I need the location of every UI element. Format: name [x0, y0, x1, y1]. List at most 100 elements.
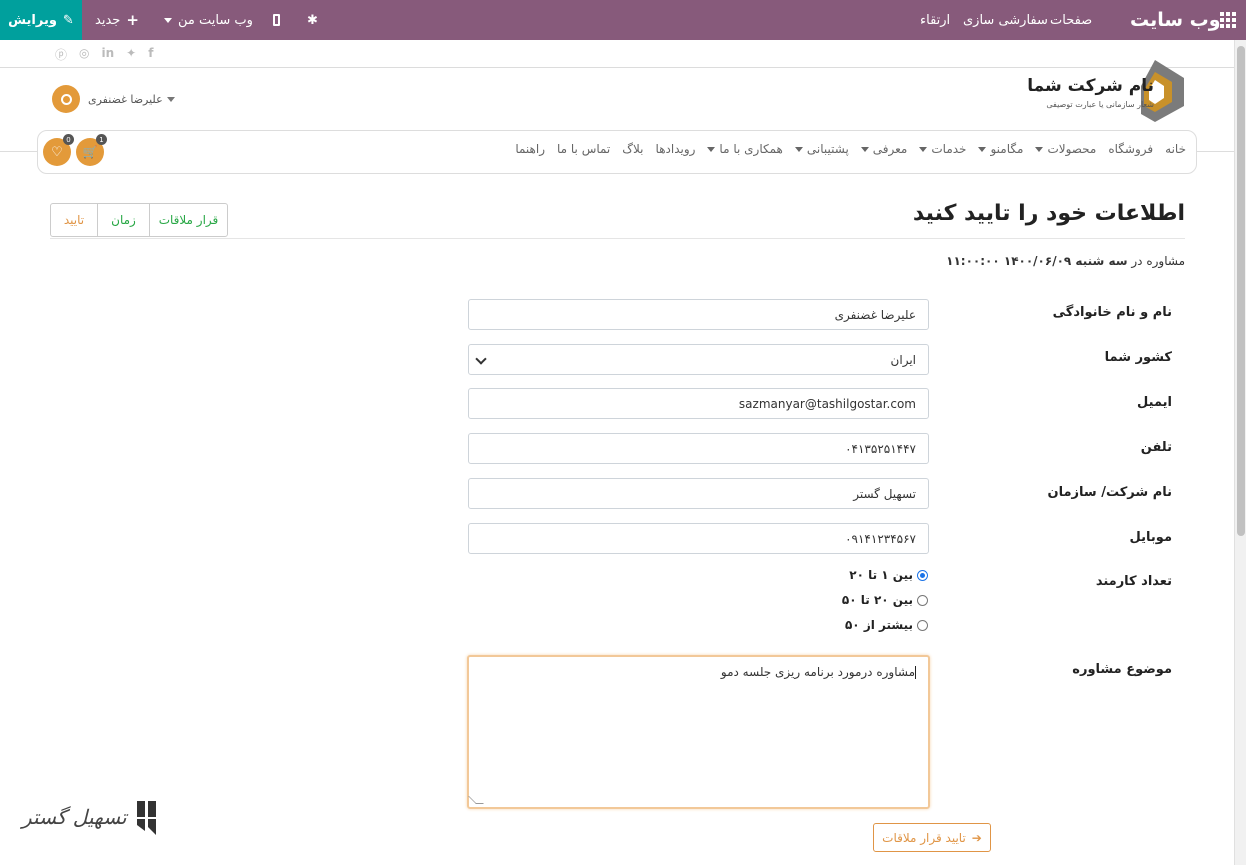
nav-item-label: همکاری با ما	[719, 142, 783, 156]
nav-item-label: بلاگ	[622, 142, 644, 156]
employees-option-3[interactable]: بیشتر از ۵۰	[845, 618, 928, 632]
pencil-icon: ✎	[62, 12, 74, 28]
title-divider	[50, 238, 1185, 239]
admin-bar: ویرایش ✎ جدید + وب سایت من ✱ ارتقاء سفار…	[0, 0, 1246, 40]
scrollbar-thumb[interactable]	[1237, 46, 1245, 536]
radio-button[interactable]	[917, 569, 928, 581]
company-label: نام شرکت/ سازمان	[1047, 485, 1172, 500]
cart-icon: 🛒	[82, 145, 98, 159]
mobile-field[interactable]: ۰۹۱۴۱۲۳۴۵۶۷	[468, 523, 929, 554]
chevron-down-icon	[166, 96, 175, 102]
employees-option-2[interactable]: بین ۲۰ تا ۵۰	[842, 593, 928, 607]
chevron-down-icon	[978, 146, 987, 152]
linkedin-icon[interactable]: in	[102, 46, 115, 63]
pages-menu[interactable]: صفحات	[1050, 0, 1092, 40]
nav-item[interactable]: معرفی	[860, 142, 908, 156]
nav-item[interactable]: رویدادها	[656, 142, 696, 156]
nav-item[interactable]: بلاگ	[622, 142, 643, 156]
nav-item[interactable]: خانه	[1165, 142, 1186, 156]
new-button[interactable]: جدید +	[95, 0, 139, 40]
upgrade-label: ارتقاء	[920, 12, 951, 28]
phone-label: تلفن	[1140, 440, 1172, 455]
customize-label: سفارشی سازی	[963, 12, 1048, 28]
mobile-preview-button[interactable]	[273, 0, 280, 40]
bug-icon: ✱	[307, 12, 318, 28]
nav-item[interactable]: مگامنو	[978, 142, 1023, 156]
arrow-left-icon: ➔	[971, 830, 982, 845]
radio-button[interactable]	[917, 594, 928, 606]
nav-item-label: رویدادها	[655, 142, 696, 156]
watermark-logo-icon	[136, 801, 156, 835]
chevron-down-icon	[164, 17, 172, 23]
edit-label: ویرایش	[8, 12, 57, 28]
wishlist-button[interactable]: ♡ 0	[43, 134, 74, 166]
step-confirm-label: تایید	[63, 213, 85, 227]
mobile-value: ۰۹۱۴۱۲۳۴۵۶۷	[845, 531, 916, 546]
debug-button[interactable]: ✱	[307, 0, 318, 40]
user-area: علیرضا غضنفری	[52, 85, 175, 113]
resize-handle[interactable]	[468, 796, 484, 804]
topic-textarea[interactable]: مشاوره درمورد برنامه ریزی جلسه دمو	[467, 655, 930, 809]
confirm-appointment-label: تایید قرار ملاقات	[882, 830, 966, 845]
my-website-dropdown[interactable]: وب سایت من	[164, 0, 253, 40]
employees-label: تعداد کارمند	[1095, 574, 1172, 589]
employees-option-1[interactable]: بین ۱ تا ۲۰	[849, 568, 928, 582]
country-select[interactable]: ایران	[468, 344, 929, 375]
new-label: جدید	[95, 12, 121, 28]
topic-label: موضوع مشاوره	[1072, 662, 1172, 677]
nav-item-label: تماس با ما	[556, 142, 611, 156]
step-meeting-label: قرار ملاقات	[158, 213, 219, 227]
watermark: تسهیل گستر	[22, 797, 161, 837]
nav-item[interactable]: خدمات	[919, 142, 966, 156]
confirm-appointment-button[interactable]: تایید قرار ملاقات ➔	[873, 823, 991, 852]
scrollbar[interactable]	[1234, 40, 1246, 865]
nav-item[interactable]: فروشگاه	[1108, 142, 1153, 156]
apps-grid-icon	[1220, 12, 1236, 28]
nav-item[interactable]: راهنما	[515, 142, 545, 156]
nav-item-label: مگامنو	[990, 142, 1024, 156]
appointment-summary: مشاوره در سه شنبه ۱۴۰۰/۰۶/۰۹ ۱۱:۰۰:۰۰	[946, 254, 1185, 268]
company-logo[interactable]: نام شرکت شما شعار سازمانی یا عبارت توصیف…	[1027, 58, 1186, 122]
email-field[interactable]: sazmanyar@tashilgostar.com	[468, 388, 929, 419]
twitter-icon[interactable]: ✦	[126, 46, 136, 63]
radio-button[interactable]	[917, 619, 928, 631]
apps-menu-button[interactable]	[1220, 0, 1236, 40]
topic-value: مشاوره درمورد برنامه ریزی جلسه دمو	[720, 665, 915, 679]
edit-button[interactable]: ویرایش ✎	[0, 0, 82, 40]
company-field[interactable]: تسهیل گستر	[468, 478, 929, 509]
user-menu[interactable]: علیرضا غضنفری	[88, 93, 175, 106]
phone-field[interactable]: ۰۴۱۳۵۲۵۱۴۴۷	[468, 433, 929, 464]
nav-item[interactable]: پشتیبانی	[794, 142, 849, 156]
nav-item-label: معرفی	[872, 142, 908, 156]
main-nav-items: خانه فروشگاه محصولات مگامنو خدمات معرفی پشتیبا…	[515, 142, 1186, 156]
employees-option-label: بین ۱ تا ۲۰	[849, 568, 913, 582]
email-value: sazmanyar@tashilgostar.com	[738, 396, 916, 411]
nav-item-label: خانه	[1165, 142, 1186, 156]
step-time[interactable]: زمان	[97, 204, 149, 236]
step-meeting[interactable]: قرار ملاقات	[149, 204, 227, 236]
search-button[interactable]	[52, 85, 80, 113]
company-value: تسهیل گستر	[853, 486, 916, 501]
customize-menu[interactable]: سفارشی سازی	[963, 0, 1048, 40]
pinterest-icon[interactable]: ⓟ	[55, 46, 67, 63]
name-field[interactable]: علیرضا غضنفری	[468, 299, 929, 330]
heart-icon: ♡	[51, 144, 63, 160]
phone-value: ۰۴۱۳۵۲۵۱۴۴۷	[845, 441, 916, 456]
cart-button[interactable]: 🛒 1	[76, 134, 107, 166]
search-icon	[60, 93, 72, 105]
pages-label: صفحات	[1050, 12, 1093, 28]
upgrade-menu[interactable]: ارتقاء	[920, 0, 950, 40]
nav-item-label: فروشگاه	[1108, 142, 1154, 156]
chevron-down-icon	[919, 146, 928, 152]
nav-item[interactable]: همکاری با ما	[707, 142, 783, 156]
step-confirm: تایید	[51, 204, 97, 236]
nav-item[interactable]: تماس با ما	[557, 142, 610, 156]
nav-item[interactable]: محصولات	[1035, 142, 1096, 156]
instagram-icon[interactable]: ◎	[79, 46, 89, 63]
chevron-down-icon	[1035, 146, 1044, 152]
watermark-text: تسهیل گستر	[22, 805, 127, 829]
page-title: اطلاعات خود را تایید کنید	[912, 201, 1185, 226]
facebook-icon[interactable]: f	[148, 46, 153, 63]
wishlist-count: 0	[63, 134, 74, 145]
chevron-down-icon	[707, 146, 716, 152]
